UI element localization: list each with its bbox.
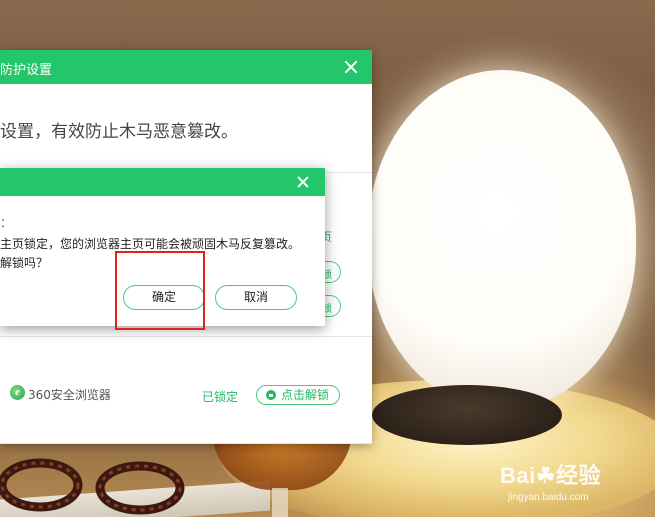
watermark-logo: Bai xyxy=(500,463,536,488)
baidu-watermark: Bai☘经验 jingyan.baidu.com xyxy=(500,458,601,503)
glass-stem xyxy=(272,488,288,517)
cancel-button[interactable]: 取消 xyxy=(215,285,297,310)
confirm-message-line-2: 解锁吗？ xyxy=(0,256,49,270)
confirm-title-bar xyxy=(0,168,325,196)
main-header: 设置，有效防止木马恶意篡改。 xyxy=(0,84,372,173)
watermark-url: jingyan.baidu.com xyxy=(508,492,589,503)
main-title-bar: 防护设置 xyxy=(0,50,372,84)
unlock-button[interactable]: 点击解锁 xyxy=(256,385,340,405)
watermark-suffix: 经验 xyxy=(555,463,601,488)
confirm-message-line-1: 主页锁定，您的浏览器主页可能会被顽固木马反复篡改。 xyxy=(0,237,301,251)
warning-prefix: ： xyxy=(0,216,13,230)
row-divider xyxy=(0,336,372,337)
locked-status: 已锁定 xyxy=(202,390,239,404)
browser-name: 360安全浏览器 xyxy=(28,388,111,402)
confirm-close-icon[interactable] xyxy=(297,176,309,188)
paw-icon: ☘ xyxy=(535,463,556,488)
main-close-icon[interactable] xyxy=(344,60,358,74)
lock-icon xyxy=(266,390,276,400)
row-divider xyxy=(0,443,372,444)
main-description: 设置，有效防止木马恶意篡改。 xyxy=(0,122,238,142)
unlock-button-label: 点击解锁 xyxy=(281,388,330,402)
360-browser-icon: e xyxy=(10,385,25,400)
globe-lamp xyxy=(368,70,636,410)
main-window-title: 防护设置 xyxy=(0,63,53,78)
red-highlight-box xyxy=(115,251,205,330)
lamp-base xyxy=(372,385,562,445)
eyeglasses xyxy=(0,458,185,515)
